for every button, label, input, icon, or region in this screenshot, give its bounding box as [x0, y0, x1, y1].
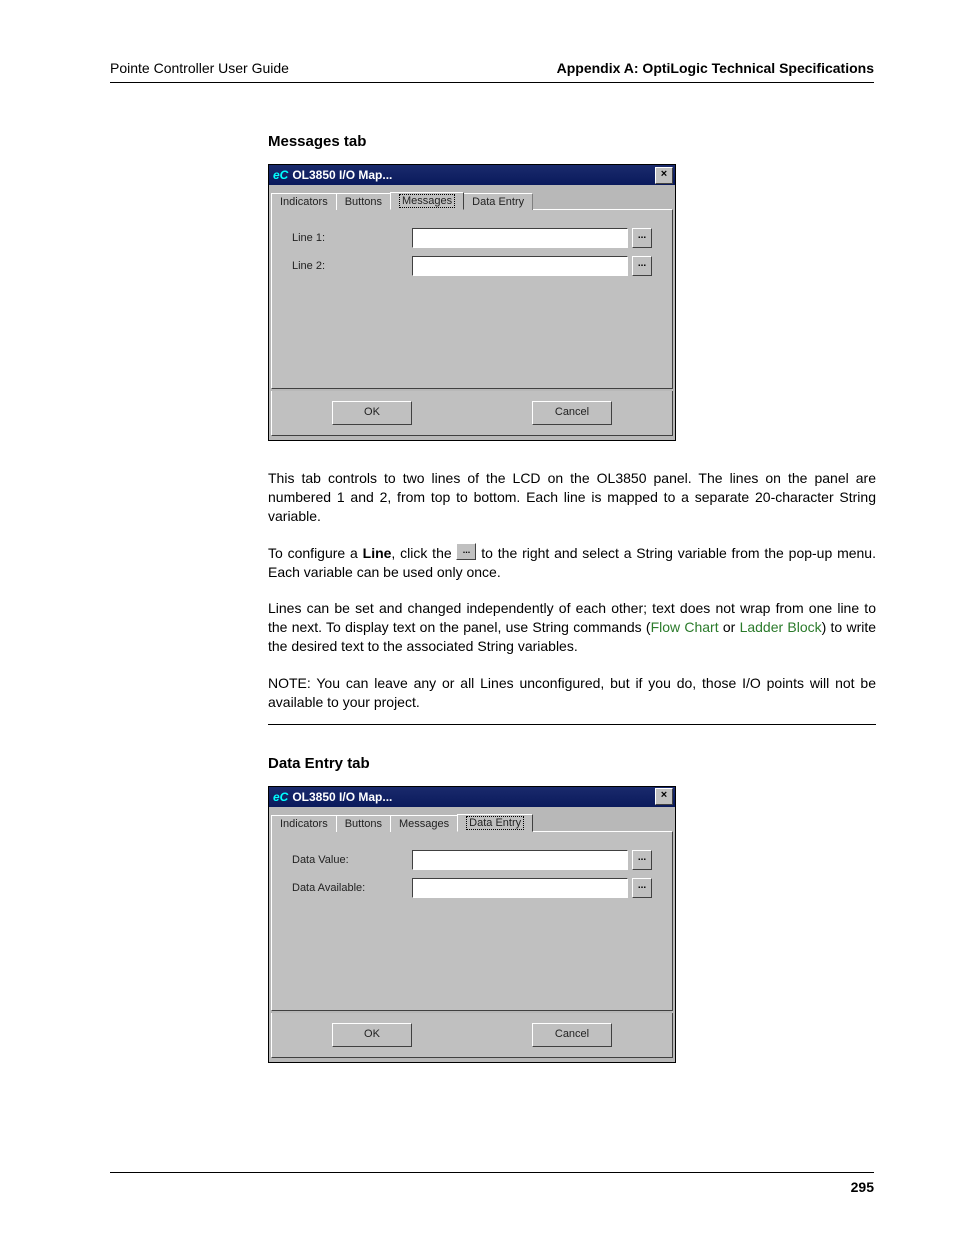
close-icon[interactable]: × [655, 788, 673, 805]
cancel-button[interactable]: Cancel [532, 1023, 612, 1047]
ok-button[interactable]: OK [332, 1023, 412, 1047]
close-icon[interactable]: × [655, 167, 673, 184]
para-messages-3: Lines can be set and changed independent… [268, 599, 876, 656]
button-bar: OK Cancel [271, 1013, 673, 1058]
footer-rule [110, 1172, 874, 1173]
header-rule [110, 82, 874, 83]
header-right: Appendix A: OptiLogic Technical Specific… [557, 60, 874, 76]
para-messages-note: NOTE: You can leave any or all Lines unc… [268, 674, 876, 712]
browse-button-line2[interactable]: ... [632, 256, 652, 276]
dialog-dataentry: eC OL3850 I/O Map... × Indicators Button… [268, 786, 676, 1063]
browse-button-data-available[interactable]: ... [632, 878, 652, 898]
titlebar: eC OL3850 I/O Map... × [269, 787, 675, 807]
ellipsis-icon: ... [456, 543, 476, 560]
page-number: 295 [110, 1179, 874, 1195]
tab-messages[interactable]: Messages [390, 192, 464, 210]
input-data-available[interactable] [412, 878, 628, 898]
label-data-value: Data Value: [292, 854, 412, 866]
tab-data-entry[interactable]: Data Entry [457, 814, 533, 832]
section-title-messages: Messages tab [268, 133, 876, 150]
tab-messages[interactable]: Messages [390, 815, 458, 832]
button-bar: OK Cancel [271, 391, 673, 436]
ok-button[interactable]: OK [332, 401, 412, 425]
tabstrip: Indicators Buttons Messages Data Entry [269, 187, 675, 209]
browse-button-data-value[interactable]: ... [632, 850, 652, 870]
link-flow-chart[interactable]: Flow Chart [651, 619, 719, 635]
window-title: OL3850 I/O Map... [292, 168, 392, 182]
label-data-available: Data Available: [292, 882, 412, 894]
dialog-messages: eC OL3850 I/O Map... × Indicators Button… [268, 164, 676, 441]
label-line2: Line 2: [292, 260, 412, 272]
link-ladder-block[interactable]: Ladder Block [740, 619, 822, 635]
para-messages-2: To configure a Line, click the ... to th… [268, 544, 876, 582]
input-line1[interactable] [412, 228, 628, 248]
browse-button-line1[interactable]: ... [632, 228, 652, 248]
tab-data-entry[interactable]: Data Entry [463, 193, 533, 210]
tab-buttons[interactable]: Buttons [336, 193, 391, 210]
app-logo: eC [273, 790, 288, 804]
tab-body: Data Value: ... Data Available: ... [271, 831, 673, 1011]
titlebar: eC OL3850 I/O Map... × [269, 165, 675, 185]
para-messages-1: This tab controls to two lines of the LC… [268, 469, 876, 526]
section-divider [268, 724, 876, 725]
window-title: OL3850 I/O Map... [292, 790, 392, 804]
label-line1: Line 1: [292, 232, 412, 244]
tab-buttons[interactable]: Buttons [336, 815, 391, 832]
tab-indicators[interactable]: Indicators [271, 815, 337, 832]
input-data-value[interactable] [412, 850, 628, 870]
tab-indicators[interactable]: Indicators [271, 193, 337, 210]
tabstrip: Indicators Buttons Messages Data Entry [269, 809, 675, 831]
input-line2[interactable] [412, 256, 628, 276]
cancel-button[interactable]: Cancel [532, 401, 612, 425]
header-left: Pointe Controller User Guide [110, 60, 289, 76]
section-title-dataentry: Data Entry tab [268, 755, 876, 772]
app-logo: eC [273, 168, 288, 182]
tab-body: Line 1: ... Line 2: ... [271, 209, 673, 389]
